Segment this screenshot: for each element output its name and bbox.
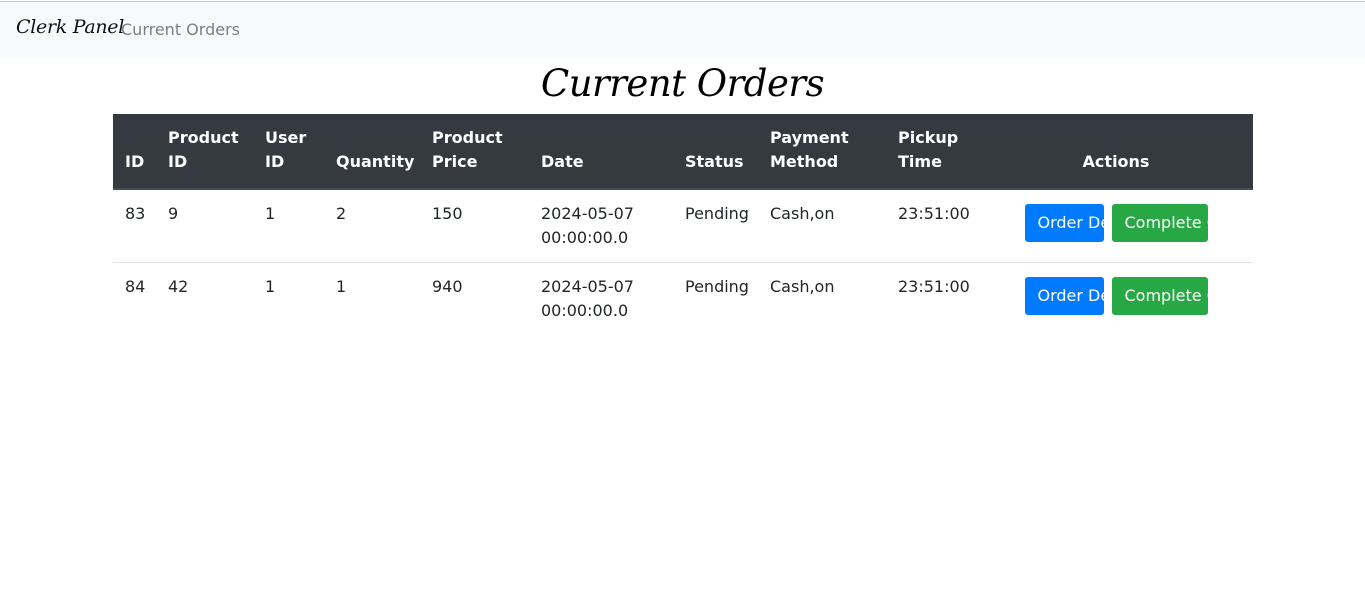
cell-status: Pending [673,262,758,335]
cell-user-id: 1 [265,204,276,223]
cell-product-id: 42 [156,262,253,335]
brand-link[interactable]: Clerk Panel [16,16,124,38]
orders-table: ID Product ID User ID Quantity Product P… [113,114,1253,335]
complete-order-button[interactable]: Complete Order [1111,204,1252,242]
table-row: 84 42 1 1 940 2024-05-07 00:00:00.0 Pend… [113,262,1253,335]
order-details-button[interactable]: Order Details [1024,277,1144,315]
table-body: 83 9 1 2 150 2024-05-07 00:00:00.0 Pendi… [113,189,1253,335]
cell-quantity: 1 [324,262,420,335]
cell-payment-method: Cash,on [770,204,835,223]
cell-pickup-time: 23:51:00 [886,262,979,335]
header-quantity: Quantity [324,114,420,190]
header-payment-method: Payment Method [758,114,886,190]
cell-id: 84 [113,262,156,335]
cell-product-price: 940 [420,262,529,335]
cell-date: 2024-05-07 00:00:00.0 [529,262,673,335]
cell-actions: Order DetailsComplete Order [979,262,1253,335]
table-header-row: ID Product ID User ID Quantity Product P… [113,114,1253,190]
cell-actions: Order DetailsComplete Order [979,189,1253,263]
navbar: Clerk Panel Current Orders [0,1,1365,57]
header-pickup-time: Pickup Time [886,114,979,190]
order-details-button[interactable]: Order Details [1024,204,1144,242]
header-status: Status [673,114,758,190]
cell-payment-method: Cash,on [758,262,886,335]
complete-order-button[interactable]: Complete Order [1111,277,1252,315]
cell-status: Pending [685,204,749,223]
cell-quantity: 2 [336,204,347,223]
cell-pickup-time: 23:51:00 [898,204,970,223]
header-product-price: Product Price [420,114,529,190]
cell-id: 83 [125,204,146,223]
table-header: ID Product ID User ID Quantity Product P… [113,114,1253,190]
cell-product-id: 9 [168,204,179,223]
header-user-id: User ID [253,114,324,190]
cell-user-id: 1 [253,262,324,335]
header-actions: Actions [979,114,1253,190]
nav-link-current-orders[interactable]: Current Orders [121,20,240,39]
header-product-id: Product ID [156,114,253,190]
cell-date: 2024-05-07 00:00:00.0 [541,204,634,247]
table-row: 83 9 1 2 150 2024-05-07 00:00:00.0 Pendi… [113,189,1253,263]
header-date: Date [529,114,673,190]
cell-product-price: 150 [432,204,463,223]
page-title: Current Orders [540,62,825,105]
header-id: ID [113,114,156,190]
